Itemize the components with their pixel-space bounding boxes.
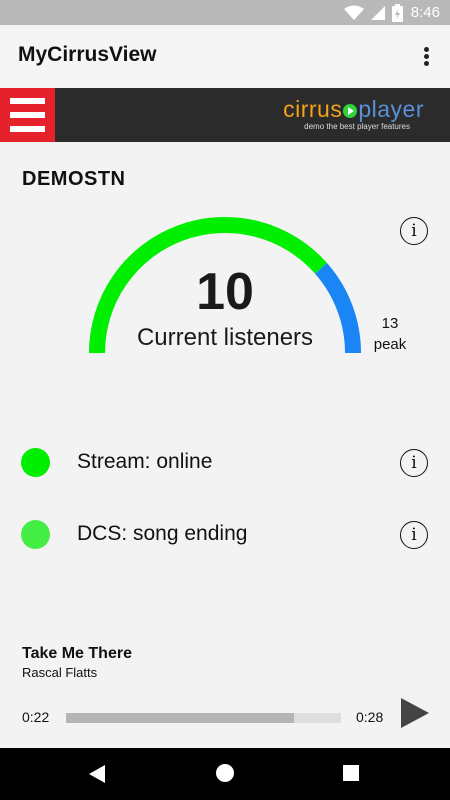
now-playing-title: Take Me There (22, 645, 132, 662)
playback-progress-bar[interactable] (66, 713, 341, 723)
logo-text-cirrus: cirrus (283, 96, 343, 122)
stream-info-icon[interactable]: i (400, 449, 428, 477)
playback-progress-fill (66, 713, 295, 723)
stream-status-indicator (21, 448, 50, 477)
cirrus-player-logo: cirrus player demo the best player featur… (283, 97, 424, 131)
dcs-status-indicator (21, 520, 50, 549)
status-icons: 8:46 (343, 2, 440, 23)
home-icon[interactable] (216, 764, 234, 782)
more-vert-icon[interactable] (416, 45, 436, 69)
battery-icon (391, 3, 403, 22)
peak-label: peak (373, 336, 407, 353)
recent-apps-icon[interactable] (343, 765, 359, 781)
brand-banner: cirrus player demo the best player featur… (0, 88, 450, 142)
station-name: DEMOSTN (22, 168, 126, 190)
total-time: 0:28 (356, 709, 384, 725)
dcs-status-row: DCS: song ending (0, 515, 450, 555)
peak-listeners: 13 peak (372, 313, 408, 355)
signal-icon (370, 5, 385, 20)
listeners-info-icon[interactable]: i (400, 217, 428, 245)
stream-status-label: Stream: online (77, 450, 213, 473)
dcs-info-icon[interactable]: i (400, 521, 428, 549)
system-nav-bar (0, 748, 450, 800)
peak-value: 13 (381, 315, 399, 332)
app-title: MyCirrusView (18, 43, 157, 66)
now-playing-artist: Rascal Flatts (22, 665, 98, 680)
logo-play-icon (343, 104, 358, 118)
wifi-icon (343, 5, 364, 20)
logo-tagline: demo the best player features (304, 122, 410, 131)
back-icon[interactable] (88, 764, 106, 784)
elapsed-time: 0:22 (22, 709, 50, 725)
hamburger-menu-icon[interactable] (0, 88, 55, 142)
system-status-bar: 8:46 (0, 0, 450, 25)
app-bar: MyCirrusView (0, 25, 450, 88)
status-time: 8:46 (410, 4, 440, 21)
stream-status-row: Stream: online (0, 443, 450, 483)
play-icon[interactable] (400, 697, 430, 729)
logo-text-player: player (358, 96, 424, 122)
dcs-status-label: DCS: song ending (77, 522, 248, 545)
